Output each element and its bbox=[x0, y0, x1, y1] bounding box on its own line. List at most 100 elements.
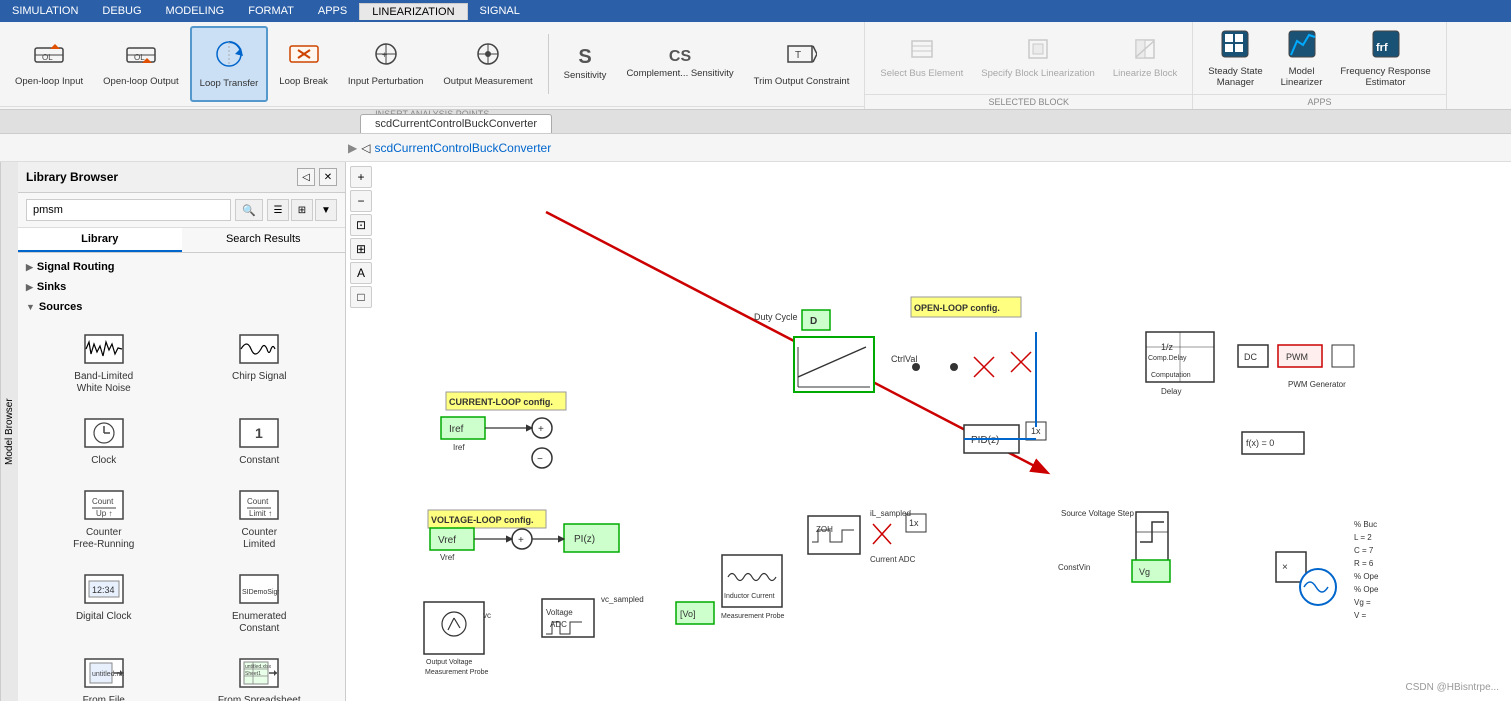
svg-text:OPEN-LOOP config.: OPEN-LOOP config. bbox=[914, 303, 1000, 313]
open-loop-output-btn[interactable]: OL Open-loop Output bbox=[94, 26, 188, 102]
text-toggle-btn[interactable]: A bbox=[350, 262, 372, 284]
sensitivity-btn[interactable]: S Sensitivity bbox=[555, 26, 616, 102]
specify-block-linearization-label: Specify Block Linearization bbox=[981, 68, 1095, 79]
complement-sensitivity-btn[interactable]: CS Complement... Sensitivity bbox=[617, 26, 742, 102]
svg-text:×: × bbox=[1282, 562, 1288, 573]
svg-text:untitled.mat: untitled.mat bbox=[92, 671, 124, 678]
output-measurement-btn[interactable]: Output Measurement bbox=[434, 26, 541, 102]
svg-text:−: − bbox=[537, 454, 543, 465]
sidebar-minimize-btn[interactable]: ◁ bbox=[297, 168, 315, 186]
loop-break-btn[interactable]: Loop Break bbox=[270, 26, 337, 102]
counter-limited-item[interactable]: CountLimit ↑ CounterLimited bbox=[186, 481, 334, 557]
chirp-signal-item[interactable]: Chirp Signal bbox=[186, 325, 334, 401]
sidebar: Library Browser ◁ ✕ 🔍 ☰ ⊞ ▼ Library Sear… bbox=[18, 162, 346, 701]
menu-debug[interactable]: DEBUG bbox=[90, 3, 153, 19]
linearize-block-label: Linearize Block bbox=[1113, 68, 1177, 79]
trim-output-constraint-label: Trim Output Constraint bbox=[754, 76, 850, 87]
sidebar-tab-library[interactable]: Library bbox=[18, 228, 182, 252]
enumerated-constant-icon: SIDemoSign.Positive bbox=[239, 571, 279, 607]
linearize-block-btn[interactable]: Linearize Block bbox=[1106, 28, 1184, 88]
fit-view-btn[interactable]: ⊡ bbox=[350, 214, 372, 236]
menu-format[interactable]: FORMAT bbox=[236, 3, 306, 19]
main-diagram-tab[interactable]: scdCurrentControlBuckConverter bbox=[360, 114, 552, 133]
clock-item[interactable]: Clock bbox=[30, 409, 178, 473]
constant-item[interactable]: 1 Constant bbox=[186, 409, 334, 473]
svg-text:V =: V = bbox=[1354, 611, 1367, 620]
svg-text:CtrlVal: CtrlVal bbox=[891, 354, 917, 364]
frequency-response-estimator-btn[interactable]: frf Frequency ResponseEstimator bbox=[1333, 28, 1437, 88]
menu-modeling[interactable]: MODELING bbox=[154, 3, 237, 19]
svg-text:untitled.xlsx: untitled.xlsx bbox=[245, 664, 272, 670]
search-button[interactable]: 🔍 bbox=[235, 199, 263, 221]
svg-text:+: + bbox=[518, 535, 524, 546]
clock-icon bbox=[84, 415, 124, 451]
sinks-label: Sinks bbox=[37, 281, 66, 293]
breadcrumb-link[interactable]: scdCurrentControlBuckConverter bbox=[374, 141, 551, 155]
sensitivity-icon: S bbox=[578, 47, 591, 67]
trim-output-constraint-btn[interactable]: T Trim Output Constraint bbox=[745, 26, 859, 102]
menu-apps[interactable]: APPS bbox=[306, 3, 359, 19]
input-perturbation-label: Input Perturbation bbox=[348, 76, 424, 87]
svg-text:Delay: Delay bbox=[1161, 387, 1181, 396]
zoom-out-btn[interactable]: − bbox=[350, 190, 372, 212]
open-loop-input-btn[interactable]: OL Open-loop Input bbox=[6, 26, 92, 102]
svg-text:DC: DC bbox=[1244, 352, 1257, 362]
enumerated-constant-item[interactable]: SIDemoSign.Positive EnumeratedConstant bbox=[186, 565, 334, 641]
svg-text:PWM Generator: PWM Generator bbox=[1288, 380, 1346, 389]
loop-transfer-label: Loop Transfer bbox=[200, 78, 259, 89]
counter-free-running-item[interactable]: CountUp ↑ CounterFree-Running bbox=[30, 481, 178, 557]
nav-back-btn[interactable]: ◁ bbox=[361, 141, 370, 155]
menu-simulation[interactable]: SIMULATION bbox=[0, 3, 90, 19]
band-limited-white-noise-item[interactable]: Band-LimitedWhite Noise bbox=[30, 325, 178, 401]
view-grid-btn[interactable]: ⊞ bbox=[291, 199, 313, 221]
diagram-svg: OPEN-LOOP config. CURRENT-LOOP config. V… bbox=[346, 162, 1511, 701]
view-list-btn[interactable]: ☰ bbox=[267, 199, 289, 221]
sidebar-header: Library Browser ◁ ✕ bbox=[18, 162, 345, 193]
counter-free-running-label: CounterFree-Running bbox=[73, 527, 134, 551]
loop-transfer-btn[interactable]: Loop Transfer bbox=[190, 26, 269, 102]
input-perturbation-icon: + bbox=[370, 40, 402, 73]
canvas-area[interactable]: + − ⊡ ⊞ A □ bbox=[346, 162, 1511, 701]
svg-text:OL: OL bbox=[42, 53, 53, 62]
signal-routing-label: Signal Routing bbox=[37, 261, 115, 273]
svg-text:SIDemoSign.Positive: SIDemoSign.Positive bbox=[242, 589, 279, 596]
search-input[interactable] bbox=[26, 199, 231, 221]
menu-linearization[interactable]: LINEARIZATION bbox=[359, 3, 467, 20]
svg-text:Measurement Probe: Measurement Probe bbox=[721, 613, 785, 620]
counter-free-running-icon: CountUp ↑ bbox=[84, 487, 124, 523]
toolbar: OL Open-loop Input OL Open-loop Output L… bbox=[0, 22, 1511, 110]
sidebar-close-btn[interactable]: ✕ bbox=[319, 168, 337, 186]
menu-signal[interactable]: SIGNAL bbox=[468, 3, 532, 19]
svg-text:Iref: Iref bbox=[449, 424, 464, 435]
fit-selection-btn[interactable]: ⊞ bbox=[350, 238, 372, 260]
svg-text:ADC: ADC bbox=[550, 620, 567, 629]
tree-section-signal-routing[interactable]: ▶ Signal Routing bbox=[18, 257, 345, 277]
open-loop-output-icon: OL bbox=[125, 40, 157, 73]
search-options-btn[interactable]: ▼ bbox=[315, 199, 337, 221]
tree-section-sources[interactable]: ▼ Sources bbox=[18, 297, 345, 317]
select-bus-element-btn[interactable]: Select Bus Element bbox=[873, 28, 970, 88]
hide-btn[interactable]: □ bbox=[350, 286, 372, 308]
input-perturbation-btn[interactable]: + Input Perturbation bbox=[339, 26, 433, 102]
from-file-icon: untitled.mat bbox=[84, 655, 124, 691]
from-file-item[interactable]: untitled.mat From File bbox=[30, 649, 178, 701]
loop-break-icon bbox=[288, 40, 320, 73]
model-linearizer-btn[interactable]: ModelLinearizer bbox=[1274, 28, 1330, 88]
zoom-in-btn[interactable]: + bbox=[350, 166, 372, 188]
band-limited-white-noise-label: Band-LimitedWhite Noise bbox=[74, 371, 133, 395]
model-linearizer-icon bbox=[1287, 29, 1317, 64]
watermark: CSDN @HBisntrpe... bbox=[1405, 682, 1499, 693]
steady-state-manager-btn[interactable]: Steady StateManager bbox=[1201, 28, 1269, 88]
sources-label: Sources bbox=[39, 301, 82, 313]
svg-text:Vref: Vref bbox=[438, 535, 456, 546]
svg-text:C = 7: C = 7 bbox=[1354, 546, 1374, 555]
model-browser-vertical-tab[interactable]: Model Browser bbox=[0, 162, 18, 701]
from-spreadsheet-item[interactable]: untitled.xlsxSheet1 From Spreadsheet bbox=[186, 649, 334, 701]
svg-text:Up ↑: Up ↑ bbox=[96, 509, 112, 518]
sidebar-tab-search-results[interactable]: Search Results bbox=[182, 228, 346, 252]
toolbar-sep-1 bbox=[548, 34, 549, 94]
specify-block-linearization-btn[interactable]: Specify Block Linearization bbox=[974, 28, 1102, 88]
digital-clock-item[interactable]: 12:34 Digital Clock bbox=[30, 565, 178, 641]
complement-sensitivity-label: Complement... Sensitivity bbox=[626, 68, 733, 79]
tree-section-sinks[interactable]: ▶ Sinks bbox=[18, 277, 345, 297]
